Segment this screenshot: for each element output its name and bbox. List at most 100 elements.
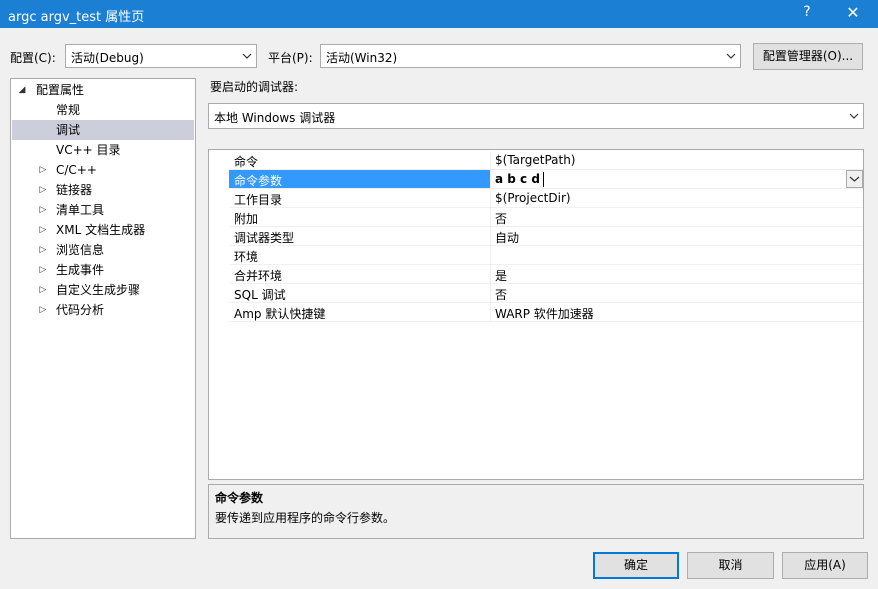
property-name: 命令参数 <box>234 174 283 188</box>
property-name: 环境 <box>234 250 259 264</box>
property-dropdown-button[interactable] <box>846 170 863 188</box>
close-button[interactable]: ✕ <box>845 3 861 22</box>
title-bar: argc argv_test 属性页 ? ✕ <box>0 0 878 28</box>
tree-item-c-cpp[interactable]: ▷ C/C++ <box>12 160 194 180</box>
description-panel: 命令参数 要传递到应用程序的命令行参数。 <box>208 484 864 539</box>
tree-item-label: 自定义生成步骤 <box>56 283 141 297</box>
chevron-down-icon <box>849 113 859 119</box>
property-value[interactable]: $(TargetPath) <box>495 153 575 167</box>
property-name-cell <box>229 208 490 226</box>
property-value[interactable]: 否 <box>495 210 507 227</box>
tree-item-general[interactable]: 常规 <box>12 100 194 120</box>
tree-item-browse-info[interactable]: ▷ 浏览信息 <box>12 240 194 260</box>
property-row-amp-default-accelerator[interactable]: Amp 默认快捷键 WARP 软件加速器 <box>229 303 863 322</box>
platform-value: 活动(Win32) <box>326 51 398 65</box>
tree-item-label: 生成事件 <box>56 263 105 277</box>
description-text: 要传递到应用程序的命令行参数。 <box>215 511 396 525</box>
cancel-button[interactable]: 取消 <box>687 552 774 579</box>
tree-item-label: C/C++ <box>56 163 97 177</box>
column-divider <box>490 284 491 303</box>
property-row-working-directory[interactable]: 工作目录 $(ProjectDir) <box>229 189 863 208</box>
property-row-environment[interactable]: 环境 <box>229 246 863 265</box>
platform-select[interactable]: 活动(Win32) <box>320 44 741 68</box>
property-value[interactable]: 否 <box>495 286 507 303</box>
tree-item-label: 链接器 <box>56 183 93 197</box>
platform-label: 平台(P): <box>268 51 313 65</box>
tree-item-label: 调试 <box>56 123 81 137</box>
tree-item-label: 浏览信息 <box>56 243 105 257</box>
expand-icon[interactable]: ▷ <box>38 260 48 280</box>
tree-item-manifest-tool[interactable]: ▷ 清单工具 <box>12 200 194 220</box>
ok-button[interactable]: 确定 <box>593 552 679 579</box>
property-name: 附加 <box>234 212 259 226</box>
expand-icon[interactable]: ▷ <box>38 220 48 240</box>
expand-icon[interactable]: ▷ <box>38 160 48 180</box>
expand-icon[interactable]: ▷ <box>38 200 48 220</box>
tree-item-label: 代码分析 <box>56 303 105 317</box>
property-row-debugger-type[interactable]: 调试器类型 自动 <box>229 227 863 246</box>
column-divider <box>490 189 491 208</box>
column-divider <box>490 265 491 284</box>
property-value-input[interactable]: a b c d <box>495 172 540 186</box>
tree-item-label: 清单工具 <box>56 203 105 217</box>
property-row-command-arguments[interactable]: 命令参数 a b c d <box>229 170 863 189</box>
debugger-select[interactable]: 本地 Windows 调试器 <box>208 103 864 129</box>
tree-item-config-properties[interactable]: ◢ 配置属性 <box>12 80 194 100</box>
chevron-down-icon <box>242 53 252 59</box>
tree-item-linker[interactable]: ▷ 链接器 <box>12 180 194 200</box>
tree-item-debugging[interactable]: 调试 <box>12 120 194 140</box>
property-row-sql-debugging[interactable]: SQL 调试 否 <box>229 284 863 303</box>
collapse-icon[interactable]: ◢ <box>17 80 27 100</box>
column-divider <box>490 170 491 189</box>
column-divider <box>490 151 491 170</box>
property-row-merge-environment[interactable]: 合并环境 是 <box>229 265 863 284</box>
property-value[interactable]: 自动 <box>495 229 519 246</box>
expand-icon[interactable]: ▷ <box>38 240 48 260</box>
debugger-label: 要启动的调试器: <box>210 80 299 94</box>
text-caret <box>543 172 544 187</box>
property-name: SQL 调试 <box>234 288 286 302</box>
property-name: 命令 <box>234 155 259 169</box>
config-value: 活动(Debug) <box>71 51 144 65</box>
config-select[interactable]: 活动(Debug) <box>65 44 257 68</box>
property-name: 工作目录 <box>234 193 283 207</box>
config-manager-button[interactable]: 配置管理器(O)... <box>753 43 863 70</box>
chevron-down-icon <box>849 176 860 182</box>
column-divider <box>490 227 491 246</box>
expand-icon[interactable]: ▷ <box>38 180 48 200</box>
property-name-cell <box>229 246 490 264</box>
tree-item-label: XML 文档生成器 <box>56 223 146 237</box>
tree-item-label: 常规 <box>56 103 81 117</box>
column-divider <box>490 246 491 265</box>
tree-item-vc-directories[interactable]: VC++ 目录 <box>12 140 194 160</box>
expand-icon[interactable]: ▷ <box>38 300 48 320</box>
property-grid: 命令 $(TargetPath) 命令参数 a b c d 工作目录 $(Pro… <box>208 149 864 480</box>
chevron-down-icon <box>726 53 736 59</box>
property-tree: ◢ 配置属性 常规 调试 VC++ 目录 ▷ C/C++ ▷ 链接器 ▷ 清单工… <box>10 78 196 539</box>
tree-item-build-events[interactable]: ▷ 生成事件 <box>12 260 194 280</box>
grid-gutter <box>209 150 229 479</box>
property-name: Amp 默认快捷键 <box>234 307 326 321</box>
tree-item-xml-doc-generator[interactable]: ▷ XML 文档生成器 <box>12 220 194 240</box>
description-title: 命令参数 <box>215 491 264 505</box>
debugger-value: 本地 Windows 调试器 <box>214 111 336 125</box>
tree-item-label: 配置属性 <box>36 83 85 97</box>
property-value[interactable]: 是 <box>495 267 507 284</box>
tree-item-code-analysis[interactable]: ▷ 代码分析 <box>12 300 194 320</box>
column-divider <box>490 303 491 322</box>
tree-item-label: VC++ 目录 <box>56 143 121 157</box>
column-divider <box>490 208 491 227</box>
tree-item-custom-build-step[interactable]: ▷ 自定义生成步骤 <box>12 280 194 300</box>
property-name: 合并环境 <box>234 269 283 283</box>
property-row-command[interactable]: 命令 $(TargetPath) <box>229 151 863 170</box>
window-title: argc argv_test 属性页 <box>8 10 145 25</box>
property-name: 调试器类型 <box>234 231 295 245</box>
apply-button[interactable]: 应用(A) <box>782 552 868 579</box>
property-row-attach[interactable]: 附加 否 <box>229 208 863 227</box>
property-value[interactable]: $(ProjectDir) <box>495 191 571 205</box>
expand-icon[interactable]: ▷ <box>38 280 48 300</box>
property-name-cell <box>229 151 490 169</box>
property-value[interactable]: WARP 软件加速器 <box>495 305 594 322</box>
config-label: 配置(C): <box>10 51 56 65</box>
help-button[interactable]: ? <box>800 4 814 20</box>
